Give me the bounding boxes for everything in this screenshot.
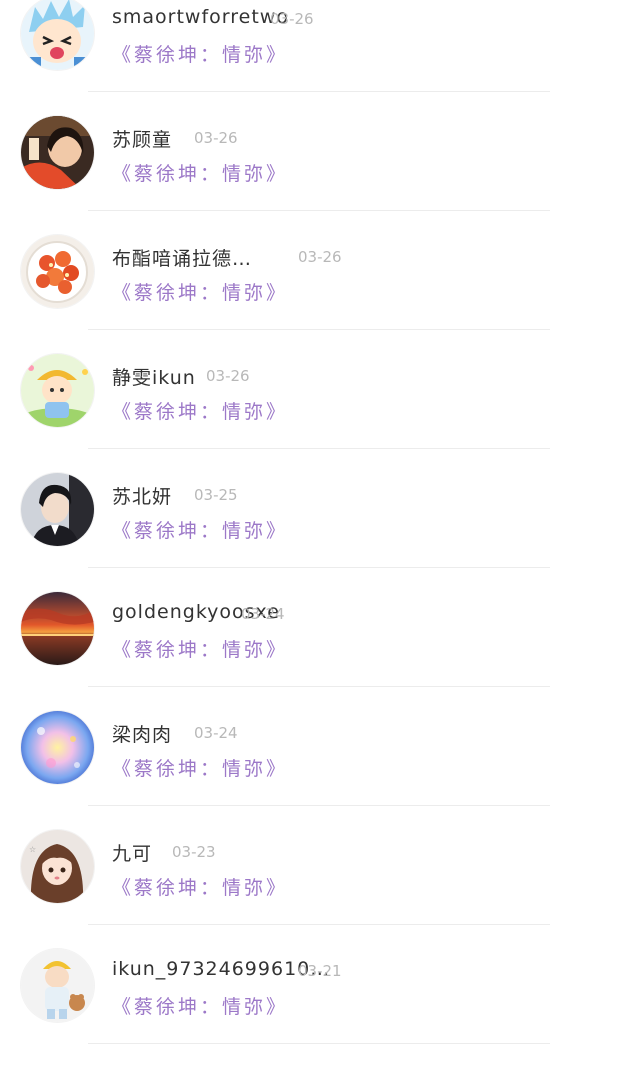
song-title[interactable]: 《蔡徐坤：情弥》 <box>112 159 288 186</box>
song-title[interactable]: 《蔡徐坤：情弥》 <box>112 992 288 1019</box>
food-avatar-icon <box>21 235 94 308</box>
avatar[interactable] <box>21 711 94 784</box>
divider <box>88 924 550 925</box>
comment-date: 03-26 <box>270 10 314 28</box>
song-title[interactable]: 《蔡徐坤：情弥》 <box>112 40 288 67</box>
list-item[interactable]: goldengkyoosxe 03-24 《蔡徐坤：情弥》 <box>0 592 640 714</box>
list-item[interactable]: ikun_97324699610… 03-21 《蔡徐坤：情弥》 <box>0 949 640 1071</box>
divider <box>88 448 550 449</box>
song-title[interactable]: 《蔡徐坤：情弥》 <box>112 278 288 305</box>
comment-date: 03-23 <box>172 843 216 861</box>
divider <box>88 91 550 92</box>
toddler-avatar-icon <box>21 949 94 1022</box>
list-item[interactable]: 静雯ikun 03-26 《蔡徐坤：情弥》 <box>0 354 640 476</box>
song-title[interactable]: 《蔡徐坤：情弥》 <box>112 873 288 900</box>
comment-list: smaortwforretwo 03-26 《蔡徐坤：情弥》 苏顾童 03-26… <box>0 0 640 1053</box>
username[interactable]: 静雯ikun <box>112 363 196 390</box>
comment-date: 03-24 <box>241 605 285 623</box>
list-item[interactable]: 苏顾童 03-26 《蔡徐坤：情弥》 <box>0 116 640 238</box>
girl-photo-avatar-icon <box>21 116 94 189</box>
svg-text:☆: ☆ <box>29 845 36 854</box>
avatar[interactable] <box>21 592 94 665</box>
avatar[interactable] <box>21 0 94 70</box>
comment-date: 03-26 <box>194 129 238 147</box>
list-item[interactable]: 梁肉肉 03-24 《蔡徐坤：情弥》 <box>0 711 640 833</box>
username[interactable]: 九可 <box>112 839 152 866</box>
list-item[interactable]: smaortwforretwo 03-26 《蔡徐坤：情弥》 <box>0 0 640 119</box>
song-title[interactable]: 《蔡徐坤：情弥》 <box>112 397 288 424</box>
divider <box>88 567 550 568</box>
song-title[interactable]: 《蔡徐坤：情弥》 <box>112 635 288 662</box>
comment-date: 03-26 <box>206 367 250 385</box>
comment-date: 03-21 <box>298 962 342 980</box>
painting-avatar-icon <box>21 711 94 784</box>
comment-date: 03-24 <box>194 724 238 742</box>
divider <box>88 210 550 211</box>
username[interactable]: 苏北妍 <box>112 482 172 509</box>
avatar[interactable] <box>21 949 94 1022</box>
sunset-avatar-icon <box>21 592 94 665</box>
username[interactable]: smaortwforretwo <box>112 6 289 28</box>
divider <box>88 686 550 687</box>
boy-photo-avatar-icon <box>21 473 94 546</box>
username[interactable]: 布酯喑诵拉德… <box>112 244 252 271</box>
comment-date: 03-25 <box>194 486 238 504</box>
comment-date: 03-26 <box>298 248 342 266</box>
song-title[interactable]: 《蔡徐坤：情弥》 <box>112 516 288 543</box>
anime-girl-avatar-icon: ☆ <box>21 830 94 903</box>
divider <box>88 329 550 330</box>
list-item[interactable]: 布酯喑诵拉德… 03-26 《蔡徐坤：情弥》 <box>0 235 640 357</box>
divider <box>88 1043 550 1044</box>
divider <box>88 805 550 806</box>
username[interactable]: 苏顾童 <box>112 125 172 152</box>
avatar[interactable] <box>21 116 94 189</box>
song-title[interactable]: 《蔡徐坤：情弥》 <box>112 754 288 781</box>
cartoon-kid-avatar-icon <box>21 354 94 427</box>
anime-boy-avatar-icon <box>21 0 94 70</box>
list-item[interactable]: 苏北妍 03-25 《蔡徐坤：情弥》 <box>0 473 640 595</box>
avatar[interactable]: ☆ <box>21 830 94 903</box>
username[interactable]: 梁肉肉 <box>112 720 172 747</box>
avatar[interactable] <box>21 235 94 308</box>
avatar[interactable] <box>21 473 94 546</box>
list-item[interactable]: ☆ 九可 03-23 《蔡徐坤：情弥》 <box>0 830 640 952</box>
avatar[interactable] <box>21 354 94 427</box>
